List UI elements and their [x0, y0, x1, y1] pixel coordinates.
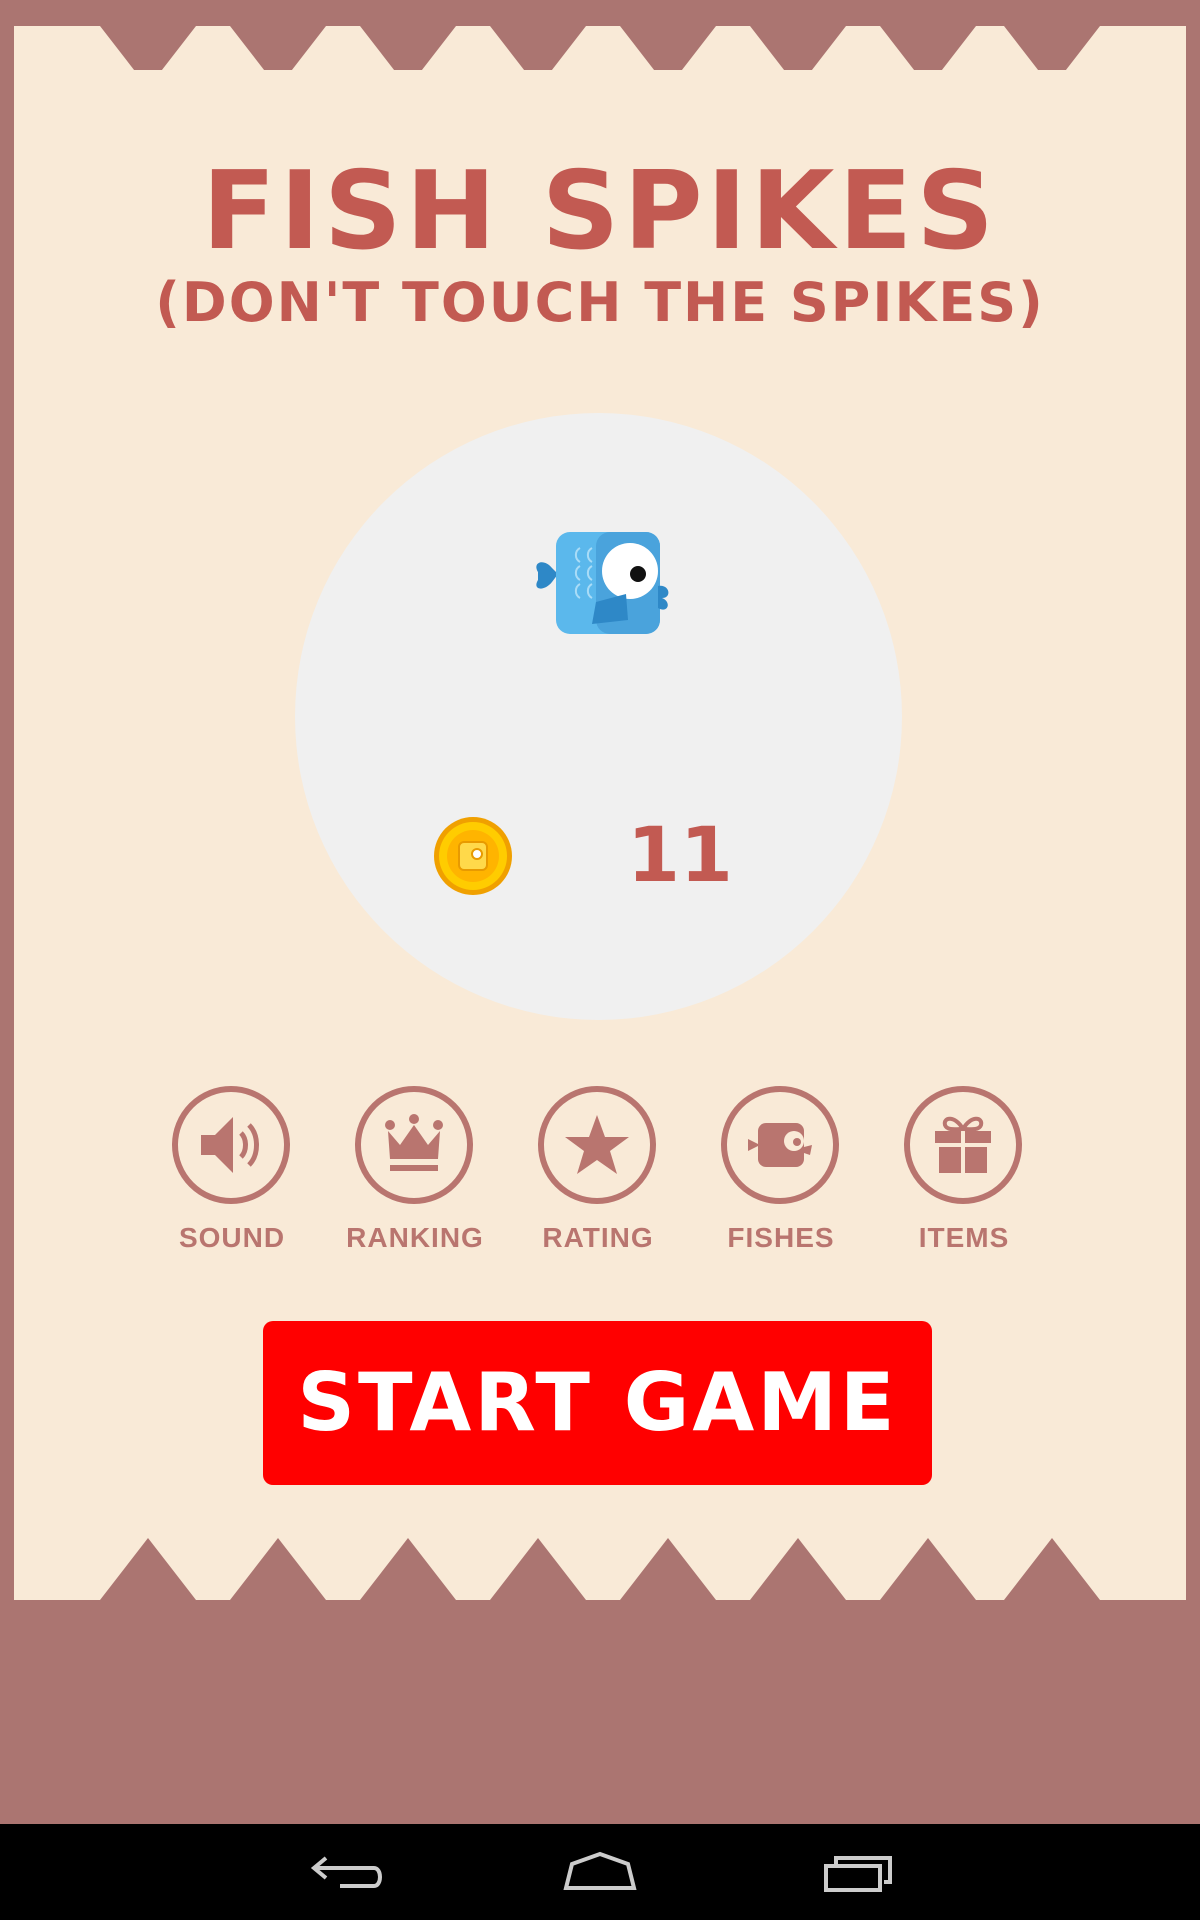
bottom-spikes [0, 1538, 1200, 1606]
items-button[interactable]: ITEMS [862, 1086, 1046, 1266]
star-icon [565, 1115, 629, 1174]
back-icon[interactable] [306, 1846, 386, 1898]
fish-icon [536, 532, 669, 634]
fish-icon [748, 1123, 812, 1167]
ranking-button-ring[interactable] [355, 1086, 473, 1204]
ranking-label: RANKING [346, 1222, 484, 1253]
rating-button-ring[interactable] [538, 1086, 656, 1204]
home-icon[interactable] [560, 1846, 640, 1898]
recents-icon[interactable] [820, 1846, 900, 1898]
fishes-button[interactable]: FISHES [679, 1086, 863, 1266]
fishes-label: FISHES [727, 1222, 835, 1253]
sound-label: SOUND [178, 1222, 286, 1253]
game-subtitle: (DON'T TOUCH THE SPIKES) [155, 271, 1045, 334]
coin-icon [434, 817, 512, 895]
start-game-button[interactable]: START GAME [263, 1321, 932, 1485]
sound-button-ring[interactable] [172, 1086, 290, 1204]
items-label: ITEMS [918, 1222, 1010, 1253]
top-spikes [0, 0, 1200, 70]
character-display [295, 413, 902, 1020]
game-title: FISH SPIKES [201, 149, 999, 274]
sound-button[interactable]: SOUND [130, 1086, 314, 1266]
gift-icon [935, 1116, 991, 1173]
ranking-button[interactable]: RANKING [313, 1086, 497, 1266]
fishes-button-ring[interactable] [721, 1086, 839, 1204]
items-button-ring[interactable] [904, 1086, 1022, 1204]
rating-label: RATING [542, 1222, 654, 1253]
system-nav-bar [0, 1824, 1200, 1920]
coin-count: 11 [627, 810, 733, 899]
rating-button[interactable]: RATING [496, 1086, 680, 1266]
crown-icon [385, 1114, 443, 1171]
speaker-icon [201, 1117, 259, 1173]
